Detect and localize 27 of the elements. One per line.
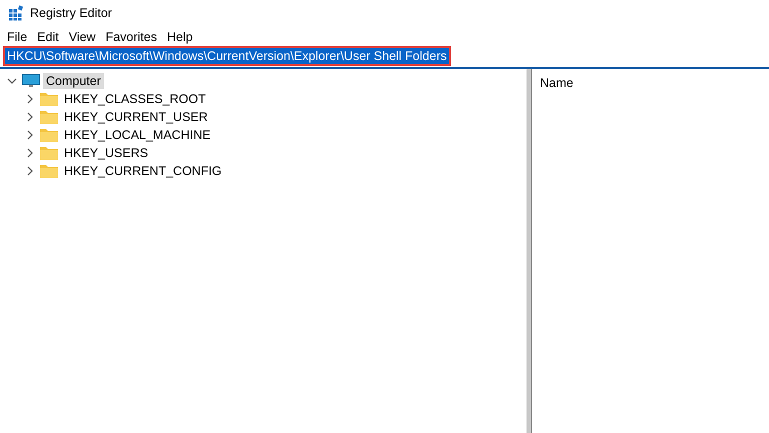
menu-item[interactable]: Favorites [100,30,162,44]
menu-item[interactable]: Edit [32,30,64,44]
chevron-right-icon[interactable] [25,148,35,158]
folder-icon [40,146,58,160]
folder-icon [40,128,58,142]
chevron-right-icon[interactable] [25,130,35,140]
folder-icon [40,164,58,178]
window-title: Registry Editor [30,6,112,20]
menu-item[interactable]: File [2,30,32,44]
tree-item[interactable]: HKEY_LOCAL_MACHINE [61,127,214,143]
chevron-right-icon[interactable] [25,112,35,122]
menu-item[interactable]: Help [162,30,198,44]
tree-item[interactable]: Computer [43,73,104,89]
tree-item[interactable]: HKEY_CLASSES_ROOT [61,91,209,107]
chevron-down-icon[interactable] [7,76,17,86]
computer-icon [22,74,40,88]
address-field[interactable]: HKCU\Software\Microsoft\Windows\CurrentVersion\Explorer\User Shell Folders [3,46,451,66]
menu-item[interactable]: View [64,30,101,44]
chevron-right-icon[interactable] [25,94,35,104]
tree-item[interactable]: HKEY_CURRENT_USER [61,109,211,125]
folder-icon [40,92,58,106]
app-icon [8,4,24,20]
column-header[interactable]: Name [540,76,574,90]
chevron-right-icon[interactable] [25,166,35,176]
folder-icon [40,110,58,124]
tree-item[interactable]: HKEY_USERS [61,145,152,161]
tree-item[interactable]: HKEY_CURRENT_CONFIG [61,163,225,179]
